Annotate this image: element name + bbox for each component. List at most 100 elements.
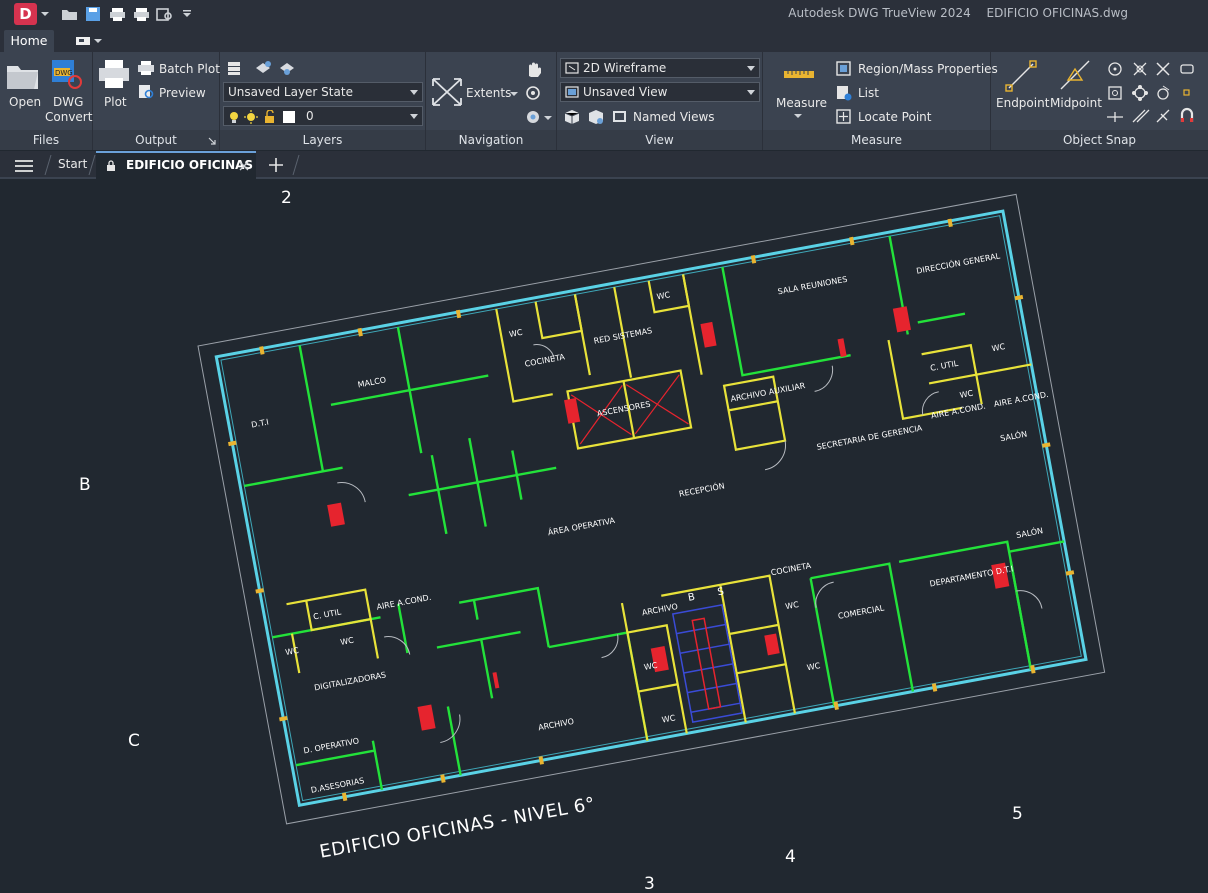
room-label: SECRETARIA DE GERENCIA xyxy=(816,423,923,451)
outer-wall-inner xyxy=(220,215,1082,802)
view-icon xyxy=(565,86,579,98)
batch-plot-icon[interactable] xyxy=(137,60,155,76)
grid-bubble-4: 4 xyxy=(785,847,796,867)
files-panel-title: Files xyxy=(0,130,92,150)
chevron-down-icon[interactable] xyxy=(794,112,802,120)
named-views-button[interactable]: Named Views xyxy=(633,110,715,124)
visual-style-dropdown[interactable]: 2D Wireframe xyxy=(560,58,760,78)
zoom-extents-button[interactable]: Extents xyxy=(466,86,511,100)
chevron-down-icon[interactable] xyxy=(544,114,552,122)
output-dialog-launcher-icon[interactable] xyxy=(208,137,216,145)
lock-icon xyxy=(107,160,115,171)
floor-plan: D.T.I MALCO WC COCINETA RED SISTEMAS WC … xyxy=(197,193,1106,825)
svg-text:DWG: DWG xyxy=(55,69,73,77)
room-label: WC xyxy=(959,389,974,400)
region-mass-icon[interactable] xyxy=(835,60,852,77)
plot-icon[interactable] xyxy=(108,5,126,23)
locate-point-button[interactable]: Locate Point xyxy=(858,110,931,124)
steering-wheel-icon[interactable] xyxy=(524,108,542,126)
new-tab-plus-icon[interactable] xyxy=(268,157,284,173)
drawing-viewport[interactable]: D.T.I MALCO WC COCINETA RED SISTEMAS WC … xyxy=(0,181,1208,893)
visual-style-value: 2D Wireframe xyxy=(583,61,667,75)
zoom-extents-icon[interactable] xyxy=(430,76,464,108)
view-manager-icon[interactable] xyxy=(587,108,605,126)
measure-button[interactable]: Measure xyxy=(776,96,827,110)
app-logo-button[interactable]: D xyxy=(14,3,37,25)
grid-bubble-2: 2 xyxy=(281,188,292,208)
window-title: Autodesk DWG TrueView 2024 EDIFICIO OFIC… xyxy=(776,6,1128,20)
layer-match-icon[interactable] xyxy=(278,60,296,76)
room-label: ÁREA OPERATIVA xyxy=(547,514,616,537)
outer-wall xyxy=(214,209,1088,807)
dwg-trueview-window: D Autodesk DWG TrueView 2024 EDIFICIO OF… xyxy=(0,0,1208,893)
endpoint-snap-icon[interactable] xyxy=(1003,58,1039,92)
plot-button[interactable]: Plot xyxy=(104,95,127,109)
pan-hand-icon[interactable] xyxy=(524,60,542,78)
room-label: C. UTIL xyxy=(313,607,343,621)
wireframe-style-icon xyxy=(565,62,579,74)
ribbon-tab-row: Home xyxy=(0,28,1208,52)
list-icon[interactable] xyxy=(835,84,852,101)
dwg-convert-label-2[interactable]: Convert xyxy=(45,110,92,124)
region-mass-button[interactable]: Region/Mass Properties xyxy=(858,62,998,76)
locate-point-icon[interactable] xyxy=(835,108,852,125)
room-label: ASCENSORES xyxy=(596,400,651,419)
door-swings xyxy=(337,344,1043,743)
floor-plan-drawing: D.T.I MALCO WC COCINETA RED SISTEMAS WC … xyxy=(197,193,1106,825)
workspace-switch-icon[interactable] xyxy=(74,34,104,48)
layer-state-value: Unsaved Layer State xyxy=(228,85,353,99)
output-panel: Plot Batch Plot Preview Output xyxy=(93,52,220,150)
tab-separator xyxy=(88,154,96,176)
close-icon[interactable] xyxy=(239,161,249,171)
plot-printer-icon[interactable] xyxy=(97,58,131,90)
batch-plot-icon[interactable] xyxy=(132,5,150,23)
active-drawing-tab[interactable]: EDIFICIO OFICINAS xyxy=(96,151,256,179)
view-panel: 2D Wireframe Unsaved View Named Views Vi… xyxy=(557,52,763,150)
open-button[interactable]: Open xyxy=(9,95,41,109)
tab-home[interactable]: Home xyxy=(4,30,54,52)
more-icon[interactable] xyxy=(178,5,196,23)
batch-plot-button[interactable]: Batch Plot xyxy=(159,62,220,76)
midpoint-snap-icon[interactable] xyxy=(1057,58,1093,92)
open-folder-icon[interactable] xyxy=(6,60,40,90)
chevron-down-icon xyxy=(747,66,755,71)
dwg-convert-label-1[interactable]: DWG xyxy=(53,95,83,109)
measure-ruler-icon[interactable] xyxy=(783,66,815,80)
saved-view-dropdown[interactable]: Unsaved View xyxy=(560,82,760,102)
room-label: SALÓN xyxy=(1015,524,1044,540)
room-label: WC xyxy=(508,328,523,339)
current-layer-value: 0 xyxy=(306,109,314,123)
preview-button[interactable]: Preview xyxy=(159,86,206,100)
layer-state-dropdown[interactable]: Unsaved Layer State xyxy=(223,82,423,102)
room-label: SALA REUNIONES xyxy=(777,275,848,297)
room-label: WC xyxy=(806,661,821,672)
room-label: RECEPCIÓN xyxy=(678,479,726,498)
room-label: WC xyxy=(285,646,300,657)
view-cube-icon[interactable] xyxy=(563,108,581,126)
room-label: AIRE A.COND. xyxy=(376,593,432,612)
preview-icon[interactable] xyxy=(156,5,174,23)
layer-dropdown[interactable]: 0 xyxy=(223,106,423,126)
endpoint-button[interactable]: Endpoint xyxy=(996,96,1049,110)
open-icon[interactable] xyxy=(60,5,78,23)
room-label: WC xyxy=(991,342,1006,353)
hamburger-menu-icon[interactable] xyxy=(14,159,34,173)
room-label: WC xyxy=(785,600,800,611)
layer-isolate-icon[interactable] xyxy=(254,60,272,76)
orbit-icon[interactable] xyxy=(524,84,542,102)
room-label: SALÓN xyxy=(999,427,1028,443)
layer-properties-icon[interactable] xyxy=(226,60,244,76)
start-tab[interactable]: Start xyxy=(58,157,87,171)
midpoint-button[interactable]: Midpoint xyxy=(1050,96,1102,110)
app-menu-chevron-icon[interactable] xyxy=(41,10,49,18)
list-button[interactable]: List xyxy=(858,86,879,100)
file-name: EDIFICIO OFICINAS.dwg xyxy=(986,6,1128,20)
chevron-down-icon[interactable] xyxy=(510,90,518,98)
dwg-convert-icon[interactable]: DWG xyxy=(50,58,84,90)
app-name: Autodesk DWG TrueView 2024 xyxy=(788,6,971,20)
named-views-icon[interactable] xyxy=(611,108,629,126)
ribbon: Open DWG DWG Convert Files Plot Batch Pl… xyxy=(0,52,1208,150)
save-icon[interactable] xyxy=(84,5,102,23)
preview-icon[interactable] xyxy=(137,84,155,100)
yellow-walls xyxy=(286,274,1032,741)
